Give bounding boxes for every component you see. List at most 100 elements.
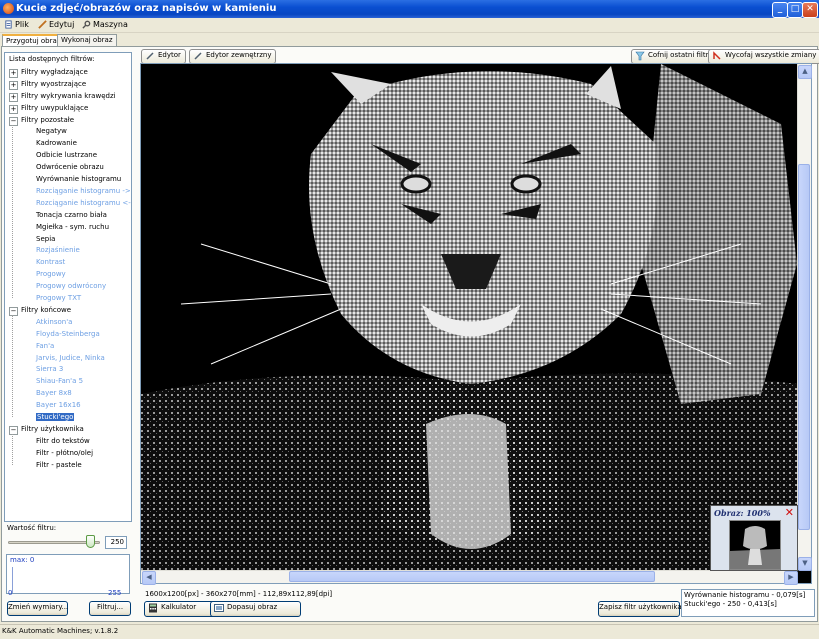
filter-value-slider-thumb[interactable] — [86, 535, 95, 548]
editor-button[interactable]: Edytor — [141, 49, 186, 64]
filter-item[interactable]: Progowy TXT — [36, 293, 81, 304]
scroll-down-button[interactable]: ▼ — [798, 557, 812, 571]
filter-item-label: Bayer 8x8 — [36, 389, 72, 398]
vertical-scroll-thumb[interactable] — [798, 164, 810, 530]
undo-all-icon — [713, 51, 721, 60]
filter-item[interactable]: Kadrowanie — [36, 138, 77, 149]
menu-file-label: Plik — [15, 20, 29, 29]
menu-bar: Plik Edytuj Maszyna — [0, 18, 819, 33]
log-line: Stucki'ego - 250 - 0,413[s] — [684, 600, 777, 608]
preview-thumbnail — [729, 520, 781, 570]
filter-item[interactable]: Floyda-Steinberga — [36, 329, 100, 340]
filter-item-label: Filtr do tekstów — [36, 436, 90, 445]
undo-last-filter-label: Cofnij ostatni filtr — [648, 51, 709, 59]
undo-last-filter-button[interactable]: Cofnij ostatni filtr — [631, 49, 714, 64]
fit-image-button[interactable]: Dopasuj obraz — [210, 601, 301, 617]
filter-item-label: Filtr - płótno/olej — [36, 448, 94, 457]
expand-icon[interactable]: + — [9, 68, 18, 78]
histogram-box: max: 0 — [6, 554, 130, 594]
filter-group[interactable]: + Filtry wygładzające — [7, 67, 88, 78]
filter-item[interactable]: Jarvis, Judice, Ninka — [36, 353, 105, 364]
file-icon — [5, 20, 12, 29]
filter-group[interactable]: − Filtry końcowe — [7, 305, 71, 316]
filter-item[interactable]: Tonacja czarno biała — [36, 210, 107, 221]
filter-button[interactable]: Filtruj... — [89, 601, 131, 616]
resize-button[interactable]: Zmień wymiary... — [7, 601, 68, 616]
close-icon[interactable]: ✕ — [785, 506, 794, 519]
filter-item-label: Filtr - pastele — [36, 460, 82, 469]
filter-item[interactable]: Bayer 8x8 — [36, 388, 72, 399]
menu-edit[interactable]: Edytuj — [38, 20, 74, 29]
expand-icon[interactable]: + — [9, 104, 18, 114]
tab-execute-image-label: Wykonaj obraz — [61, 36, 113, 44]
menu-edit-label: Edytuj — [49, 20, 75, 29]
expand-icon[interactable]: + — [9, 92, 18, 102]
histogram-max-tick: 255 — [108, 589, 122, 597]
filter-item-label: Fan'a — [36, 341, 55, 350]
filter-group[interactable]: − Filtry użytkownika — [7, 424, 84, 435]
filter-item-label: Progowy odwrócony — [36, 282, 107, 291]
minimize-button[interactable]: _ — [772, 2, 788, 18]
filter-item[interactable]: Odbicie lustrzane — [36, 150, 97, 161]
maximize-button[interactable]: □ — [787, 2, 803, 18]
filter-item[interactable]: Sierra 3 — [36, 364, 63, 375]
filter-item[interactable]: Progowy odwrócony — [36, 281, 106, 292]
filter-group[interactable]: + Filtry wyostrzające — [7, 79, 86, 90]
filter-item[interactable]: Progowy — [36, 269, 66, 280]
scroll-left-button[interactable]: ◀ — [142, 571, 156, 585]
calculator-button-label: Kalkulator — [161, 603, 197, 611]
external-editor-button[interactable]: Edytor zewnętrzny — [189, 49, 277, 64]
filter-group[interactable]: − Filtry pozostałe — [7, 115, 74, 126]
log-box: Wyrównanie histogramu - 0,079[s] Stucki'… — [681, 589, 815, 617]
scroll-right-button[interactable]: ▶ — [784, 571, 798, 585]
filter-value-input[interactable]: 250 — [105, 536, 127, 549]
collapse-icon[interactable]: − — [9, 306, 18, 316]
filter-item-label: Rozjaśnienie — [36, 246, 80, 255]
title-bar: Kucie zdjęć/obrazów oraz napisów w kamie… — [0, 0, 819, 18]
filter-group[interactable]: + Filtry wykrywania krawędzi — [7, 91, 116, 102]
filter-item-label: Progowy — [36, 270, 66, 279]
filter-item[interactable]: Odwrócenie obrazu — [36, 162, 104, 173]
filter-group-label: Filtry wykrywania krawędzi — [21, 91, 116, 100]
menu-file[interactable]: Plik — [4, 20, 29, 29]
filter-item[interactable]: Rozjaśnienie — [36, 245, 80, 256]
filter-item[interactable]: Filtr - płótno/olej — [36, 448, 93, 459]
menu-machine[interactable]: Maszyna — [82, 20, 128, 29]
filter-group-label: Filtry pozostałe — [21, 115, 75, 124]
filter-item[interactable]: Shiau-Fan'a 5 — [36, 376, 83, 387]
filter-item[interactable]: Kontrast — [36, 257, 65, 268]
filter-item[interactable]: Mgiełka - sym. ruchu — [36, 222, 109, 233]
expand-icon[interactable]: + — [9, 80, 18, 90]
filter-item[interactable]: Fan'a — [36, 341, 54, 352]
filter-item[interactable]: Bayer 16x16 — [36, 400, 81, 411]
undo-all-changes-button[interactable]: Wycofaj wszystkie zmiany — [708, 49, 819, 64]
tiger-image — [141, 64, 797, 570]
save-user-filter-button[interactable]: Zapisz filtr użytkownika — [598, 601, 682, 617]
filter-item[interactable]: Rozciąganie histogramu -> — [36, 186, 131, 197]
collapse-icon[interactable]: − — [9, 425, 18, 435]
close-window-button[interactable]: ✕ — [802, 2, 818, 18]
filter-item-label: Wyrównanie histogramu — [36, 175, 122, 183]
app-icon — [3, 3, 14, 14]
filter-item[interactable]: Rozciąganie histogramu <- — [36, 198, 131, 209]
pencil-icon — [146, 52, 154, 60]
undo-all-changes-label: Wycofaj wszystkie zmiany — [725, 51, 817, 59]
filter-item[interactable]: Atkinson'a — [36, 317, 72, 328]
filter-group[interactable]: + Filtry uwypuklające — [7, 103, 88, 114]
collapse-icon[interactable]: − — [9, 116, 18, 126]
filter-item[interactable]: Sepia — [36, 234, 55, 245]
wrench-icon — [82, 20, 91, 29]
filter-item[interactable]: Stucki'ego — [36, 412, 75, 423]
filter-group-label: Filtry użytkownika — [21, 424, 84, 433]
scroll-up-button[interactable]: ▲ — [798, 65, 812, 79]
filter-item[interactable]: Wyrównanie histogramu — [36, 174, 121, 185]
horizontal-scroll-thumb[interactable] — [289, 571, 655, 582]
filter-item[interactable]: Filtr - pastele — [36, 460, 82, 471]
filter-item[interactable]: Negatyw — [36, 126, 67, 137]
tab-prepare-image-label: Przygotuj obraz — [6, 37, 61, 45]
preview-window[interactable]: Obraz: 100% ✕ — [710, 505, 798, 571]
pencil-icon — [38, 20, 47, 29]
filter-item-label: Odwrócenie obrazu — [36, 163, 104, 172]
menu-machine-label: Maszyna — [93, 20, 128, 29]
filter-item[interactable]: Filtr do tekstów — [36, 436, 90, 447]
